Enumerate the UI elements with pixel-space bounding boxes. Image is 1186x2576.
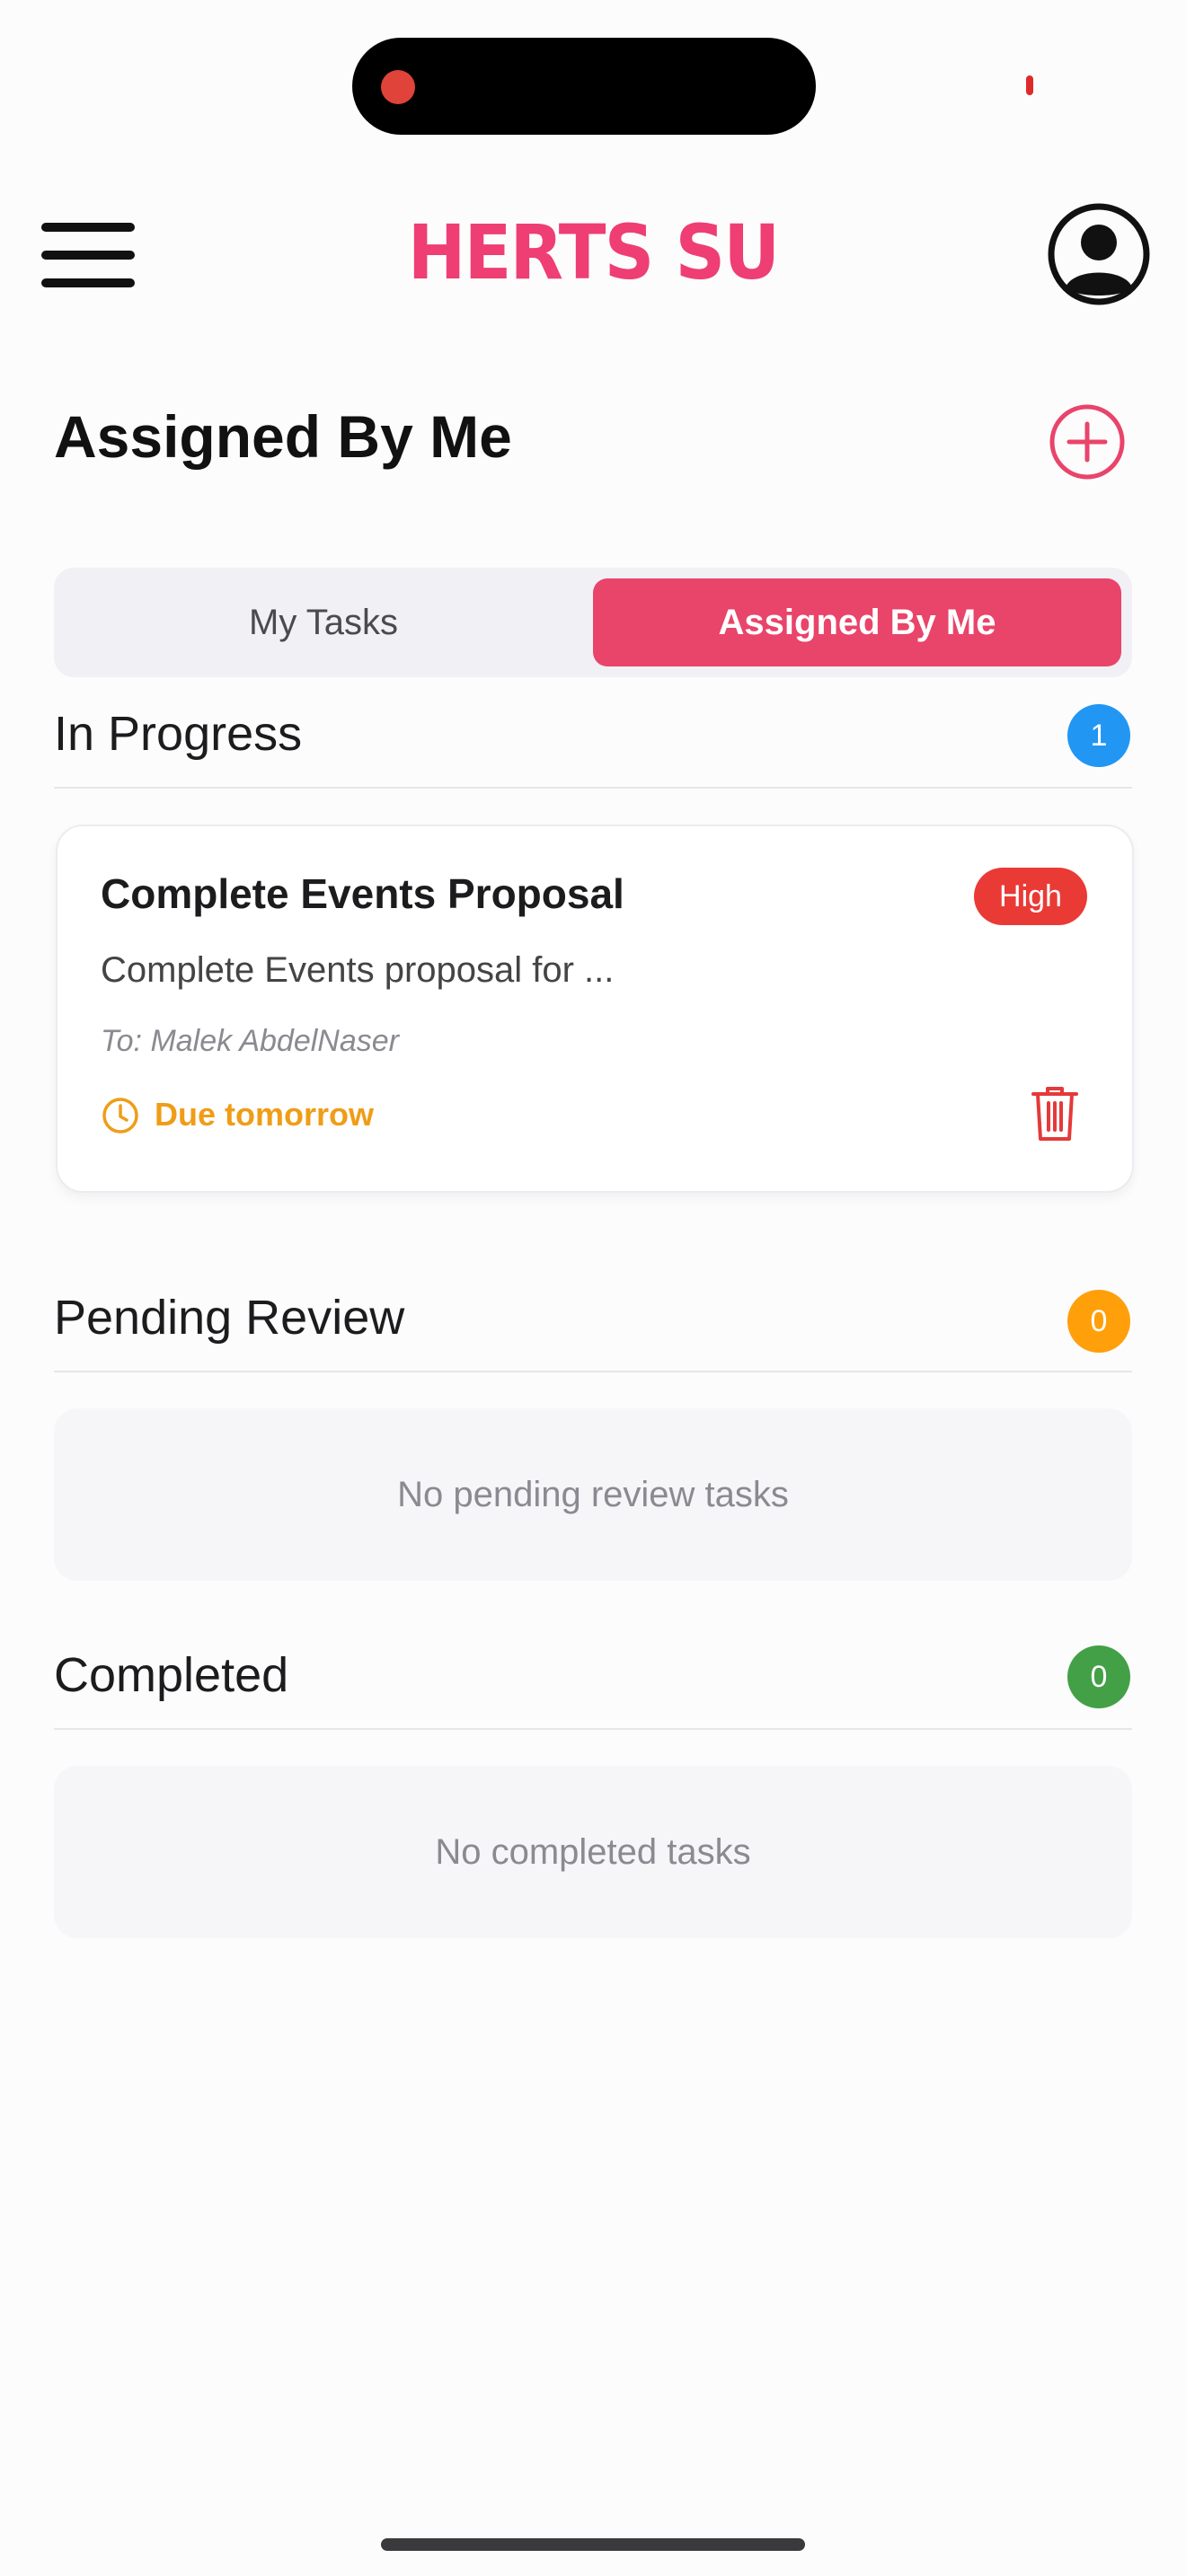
pending-review-count-badge: 0: [1067, 1290, 1130, 1353]
section-title-completed: Completed: [54, 1648, 289, 1702]
trash-icon[interactable]: [1028, 1083, 1082, 1144]
priority-badge: High: [974, 868, 1087, 925]
section-divider: [54, 1728, 1132, 1730]
page-title: Assigned By Me: [54, 403, 512, 470]
task-filter-segmented-control: My Tasks Assigned By Me: [54, 568, 1132, 677]
in-progress-count-badge: 1: [1067, 704, 1130, 767]
task-description: Complete Events proposal for ...: [101, 950, 615, 990]
section-divider: [54, 1371, 1132, 1372]
recording-indicator-icon: [381, 70, 415, 104]
task-due-date: Due tomorrow: [155, 1096, 375, 1133]
section-title-pending-review: Pending Review: [54, 1291, 405, 1345]
completed-count-badge: 0: [1067, 1645, 1130, 1708]
recording-status-icon: [1026, 75, 1033, 95]
section-title-in-progress: In Progress: [54, 707, 303, 761]
pending-review-empty-state: No pending review tasks: [54, 1408, 1132, 1581]
task-title: Complete Events Proposal: [101, 870, 624, 917]
completed-empty-state: No completed tasks: [54, 1766, 1132, 1938]
task-assignee: To: Malek AbdelNaser: [101, 1024, 399, 1058]
user-circle-icon[interactable]: [1048, 203, 1150, 305]
tab-assigned-by-me[interactable]: Assigned By Me: [593, 578, 1121, 666]
plus-circle-icon[interactable]: [1048, 402, 1127, 481]
tab-my-tasks[interactable]: My Tasks: [63, 578, 584, 666]
section-divider: [54, 787, 1132, 789]
dynamic-island: [352, 38, 816, 135]
app-logo: HERTS SU: [407, 208, 780, 296]
home-indicator[interactable]: [381, 2538, 805, 2551]
clock-icon: [102, 1098, 138, 1134]
